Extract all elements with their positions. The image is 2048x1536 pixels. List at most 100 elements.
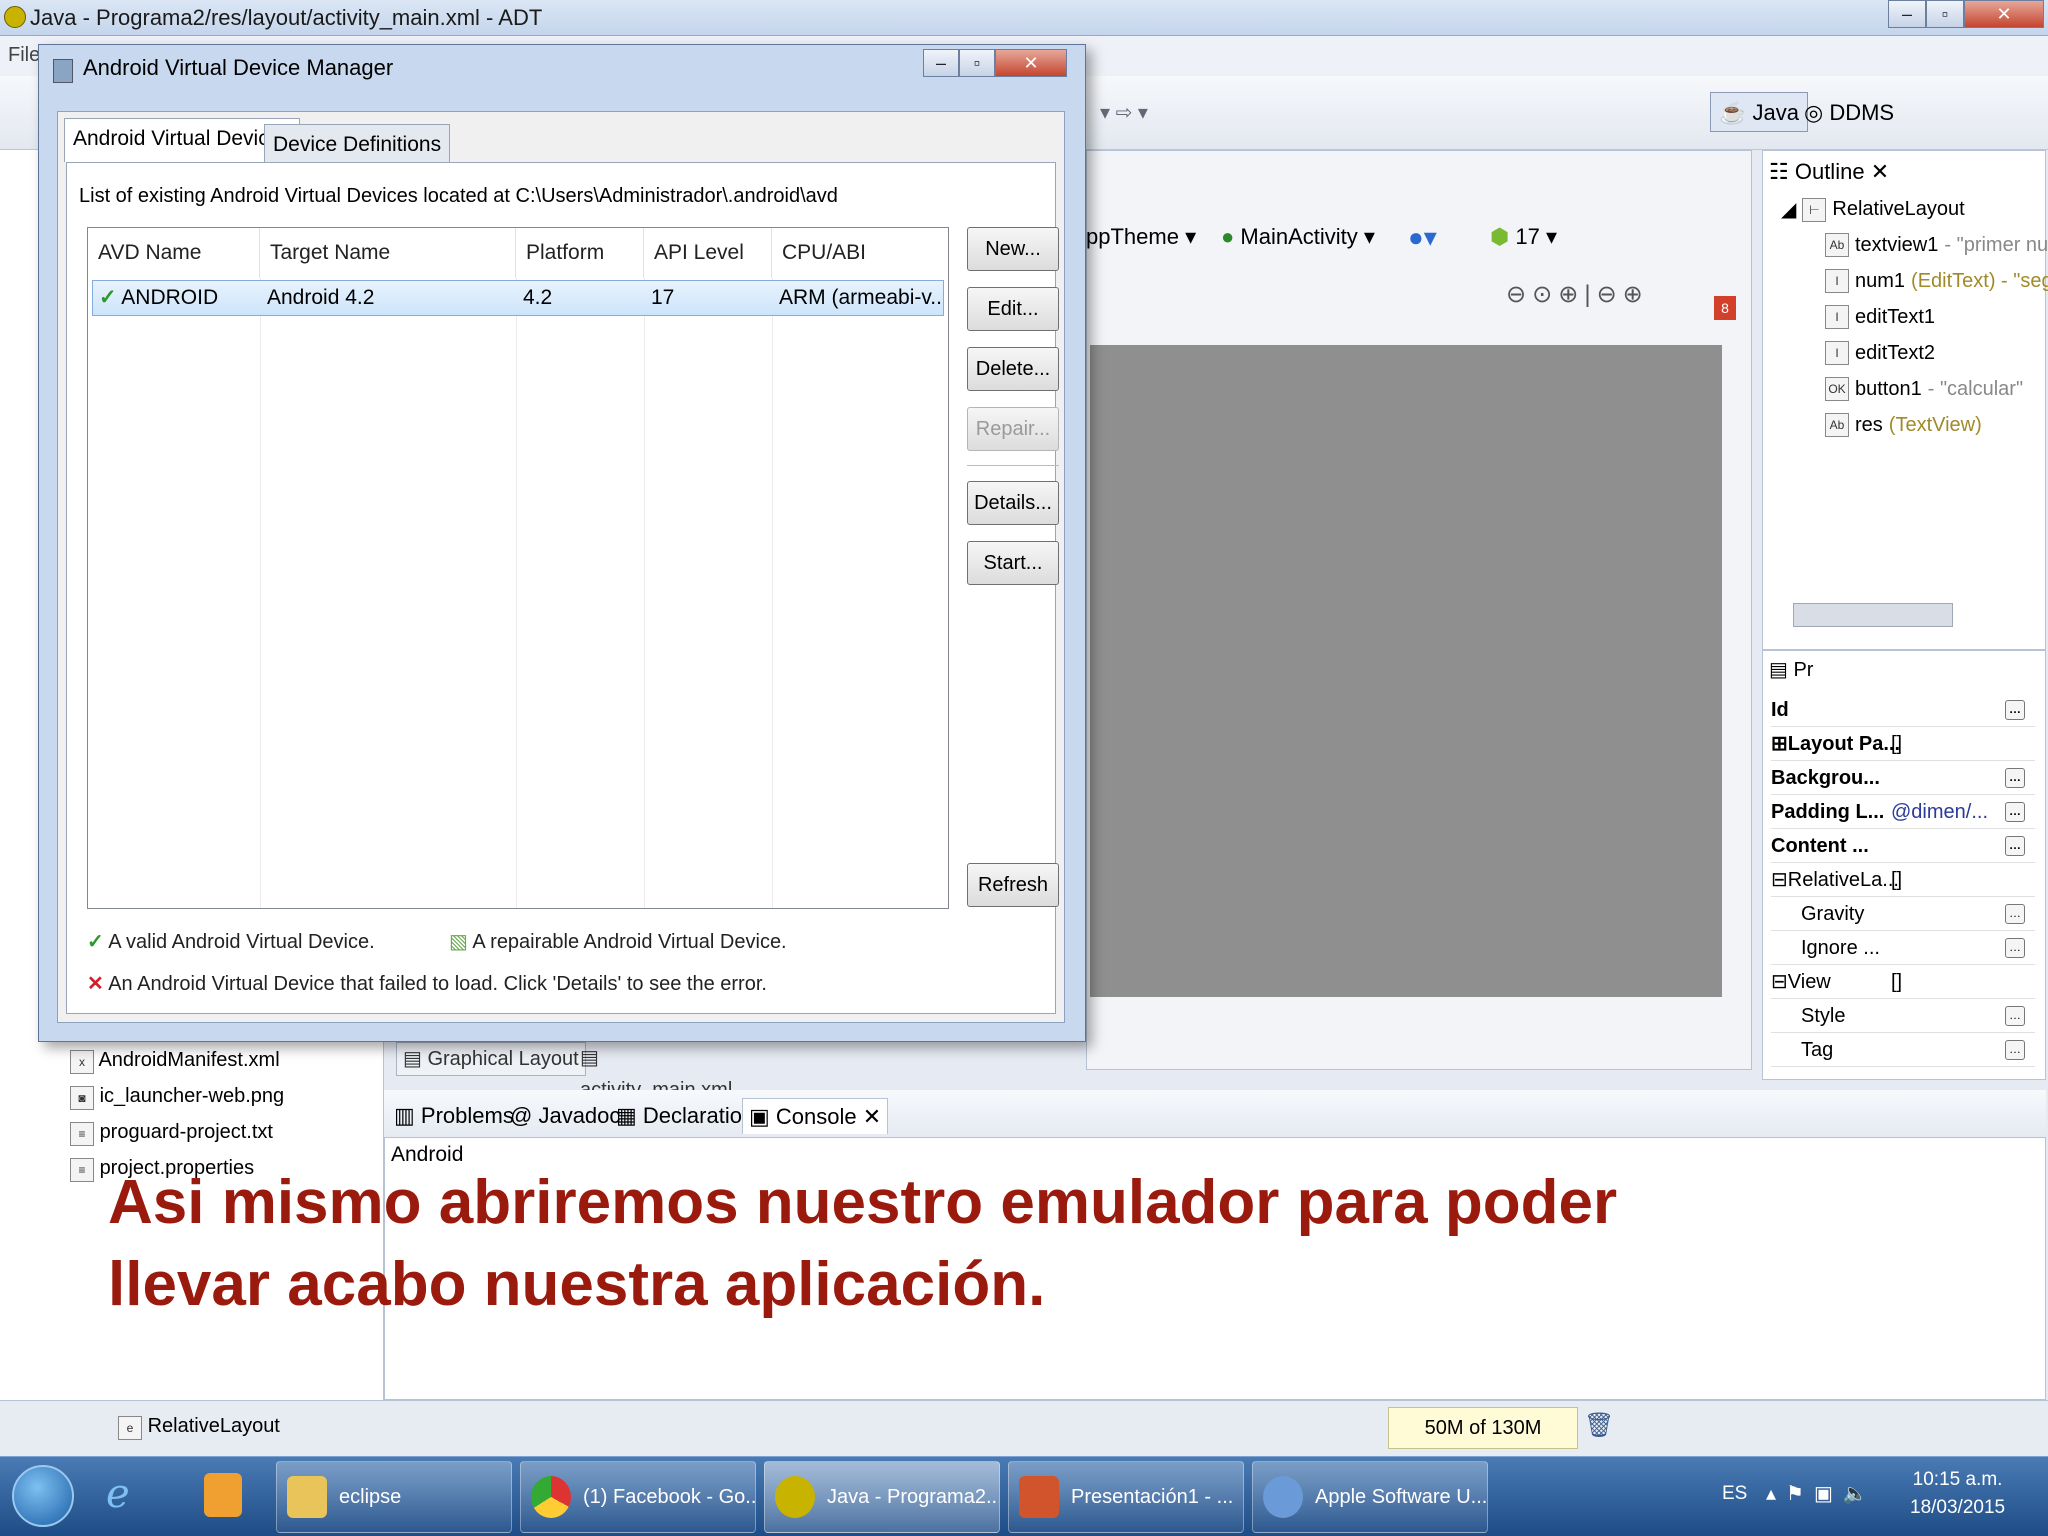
property-row[interactable]: Style…	[1771, 999, 2035, 1033]
cell-api-level: 17	[651, 286, 675, 309]
menu-file[interactable]: File	[8, 44, 40, 67]
theme-selector[interactable]: ppTheme ▾	[1086, 224, 1196, 250]
edittext-icon: I	[1825, 269, 1849, 293]
property-row[interactable]: ⊞Layout Pa... []	[1771, 727, 2035, 761]
outline-item[interactable]: Ab res (TextView)	[1825, 413, 1982, 437]
dialog-close-button[interactable]: ✕	[995, 49, 1067, 77]
outline-item[interactable]: Ab textview1 - "primer nur	[1825, 233, 2048, 257]
avd-table: AVD Name Target Name Platform API Level …	[87, 227, 949, 909]
garbage-collect-icon[interactable]: 🗑	[1584, 1411, 1614, 1440]
close-tab-icon[interactable]: ✕	[1871, 159, 1889, 184]
zoom-controls-icon[interactable]: ⊖⊙⊕|⊖⊕	[1506, 280, 1649, 309]
internet-explorer-icon[interactable]: ℯ	[106, 1471, 130, 1517]
new-avd-button[interactable]: New...	[967, 227, 1059, 271]
file-item[interactable]: ◙ ic_launcher-web.png	[70, 1078, 284, 1114]
property-row[interactable]: Id…	[1771, 693, 2035, 727]
locale-globe-icon[interactable]: ●▾	[1408, 222, 1437, 253]
media-player-icon[interactable]	[204, 1473, 242, 1517]
start-button[interactable]	[12, 1465, 74, 1527]
tab-console[interactable]: ▣ Console ✕	[742, 1098, 889, 1134]
property-edit-button[interactable]: …	[2005, 1040, 2025, 1060]
tab-graphical-layout[interactable]: ▤ Graphical Layout	[396, 1042, 586, 1076]
nav-arrows-icon[interactable]: ▾ ⇨ ▾	[1100, 100, 1148, 125]
design-canvas[interactable]	[1090, 345, 1722, 997]
column-header-api-level[interactable]: API Level	[644, 228, 772, 278]
collapse-icon[interactable]: ⊟	[1771, 971, 1788, 993]
property-edit-button[interactable]: …	[2005, 938, 2025, 958]
property-row[interactable]: Ignore ...…	[1771, 931, 2035, 965]
close-button[interactable]: ✕	[1964, 0, 2044, 28]
dialog-body: Android Virtual Devices Device Definitio…	[57, 111, 1065, 1023]
property-row[interactable]: ⊟View[]	[1771, 965, 2035, 999]
taskbar-item-java[interactable]: Java - Programa2...	[764, 1461, 1000, 1533]
bottom-tabs: ▥ Problems @ Javadoc ▦ Declaration ▣ Con…	[384, 1090, 2046, 1138]
api-level-selector[interactable]: ⬢ 17 ▾	[1490, 224, 1557, 250]
file-item[interactable]: ≡ proguard-project.txt	[70, 1114, 284, 1150]
expand-arrow-icon: ◢	[1781, 199, 1797, 221]
properties-view: ▤ Pr Id… ⊞Layout Pa... [] Backgrou...… P…	[1762, 650, 2046, 1080]
outline-item[interactable]: Inum1 (EditText) - "segu	[1825, 269, 2048, 293]
close-tab-icon[interactable]: ✕	[863, 1104, 881, 1129]
valid-check-icon: ✓	[99, 286, 117, 309]
file-item[interactable]: x AndroidManifest.xml	[70, 1042, 284, 1078]
property-row[interactable]: Padding L... @dimen/...…	[1771, 795, 2035, 829]
column-header-cpu-abi[interactable]: CPU/ABI	[772, 228, 948, 278]
property-edit-button[interactable]: …	[2005, 1006, 2025, 1026]
property-edit-button[interactable]: …	[2005, 802, 2025, 822]
outline-item[interactable]: ◢ ⊢ RelativeLayout	[1781, 197, 1965, 222]
property-row[interactable]: Gravity…	[1771, 897, 2035, 931]
refresh-button[interactable]: Refresh	[967, 863, 1059, 907]
start-avd-button[interactable]: Start...	[967, 541, 1059, 585]
activity-selector[interactable]: ● MainActivity ▾	[1221, 224, 1375, 250]
language-indicator[interactable]: ES	[1722, 1483, 1747, 1505]
slide-caption: Asi mismo abriremos nuestro emulador par…	[108, 1162, 1888, 1326]
edit-avd-button[interactable]: Edit...	[967, 287, 1059, 331]
outline-item[interactable]: IeditText2	[1825, 341, 1935, 365]
repair-avd-button[interactable]: Repair...	[967, 407, 1059, 451]
details-avd-button[interactable]: Details...	[967, 481, 1059, 525]
expand-icon[interactable]: ⊞	[1771, 733, 1788, 755]
column-header-platform[interactable]: Platform	[516, 228, 644, 278]
column-header-avd-name[interactable]: AVD Name	[88, 228, 260, 278]
column-header-target-name[interactable]: Target Name	[260, 228, 516, 278]
property-row[interactable]: ⊟RelativeLa...[]	[1771, 863, 2035, 897]
property-row[interactable]: Backgrou...…	[1771, 761, 2035, 795]
property-edit-button[interactable]: …	[2005, 836, 2025, 856]
system-tray-icons[interactable]: ▴⚑▣🔈	[1766, 1481, 1878, 1506]
minimize-button[interactable]: –	[1888, 0, 1926, 28]
table-row[interactable]: ✓ ANDROID Android 4.2 4.2 17 ARM (armeab…	[92, 280, 944, 316]
avd-location-text: List of existing Android Virtual Devices…	[79, 185, 838, 207]
property-row[interactable]: Content ...…	[1771, 829, 2035, 863]
error-badge[interactable]: 8	[1714, 296, 1736, 320]
outline-item[interactable]: OK button1 - "calcular"	[1825, 377, 2023, 401]
property-edit-button[interactable]: …	[2005, 904, 2025, 924]
taskbar-item-eclipse[interactable]: eclipse	[276, 1461, 512, 1533]
dialog-maximize-button[interactable]: ▫	[959, 49, 995, 77]
taskbar-clock[interactable]: 10:15 a.m. 18/03/2015	[1910, 1466, 2005, 1522]
outline-item[interactable]: IeditText1	[1825, 305, 1935, 329]
heap-status[interactable]: 50M of 130M	[1388, 1407, 1578, 1449]
property-row[interactable]: Tag…	[1771, 1033, 2035, 1067]
tab-problems[interactable]: ▥ Problems	[388, 1098, 520, 1134]
column-divider	[772, 278, 773, 908]
property-edit-button[interactable]: …	[2005, 700, 2025, 720]
taskbar-item-facebook[interactable]: (1) Facebook - Go...	[520, 1461, 756, 1533]
delete-avd-button[interactable]: Delete...	[967, 347, 1059, 391]
tab-javadoc[interactable]: @ Javadoc	[504, 1098, 626, 1134]
tab-declaration[interactable]: ▦ Declaration	[610, 1098, 760, 1134]
maximize-button[interactable]: ▫	[1926, 0, 1964, 28]
outline-tab[interactable]: ☷ Outline ✕	[1769, 159, 1889, 185]
taskbar-item-powerpoint[interactable]: Presentación1 - ...	[1008, 1461, 1244, 1533]
perspective-ddms[interactable]: ◎ DDMS	[1795, 92, 1903, 132]
collapse-icon[interactable]: ⊟	[1771, 869, 1788, 891]
perspective-java[interactable]: ☕ Java	[1710, 92, 1808, 132]
property-edit-button[interactable]: …	[2005, 768, 2025, 788]
horizontal-scrollbar[interactable]	[1793, 603, 1953, 627]
properties-tab[interactable]: ▤ Pr	[1769, 657, 1813, 682]
status-selection: e RelativeLayout	[118, 1415, 280, 1440]
dialog-minimize-button[interactable]: –	[923, 49, 959, 77]
tab-device-definitions[interactable]: Device Definitions	[264, 124, 451, 162]
taskbar-item-apple-update[interactable]: Apple Software U...	[1252, 1461, 1488, 1533]
valid-check-icon: ✓	[87, 931, 104, 953]
legend-repairable: ▧ A repairable Android Virtual Device.	[449, 931, 787, 953]
